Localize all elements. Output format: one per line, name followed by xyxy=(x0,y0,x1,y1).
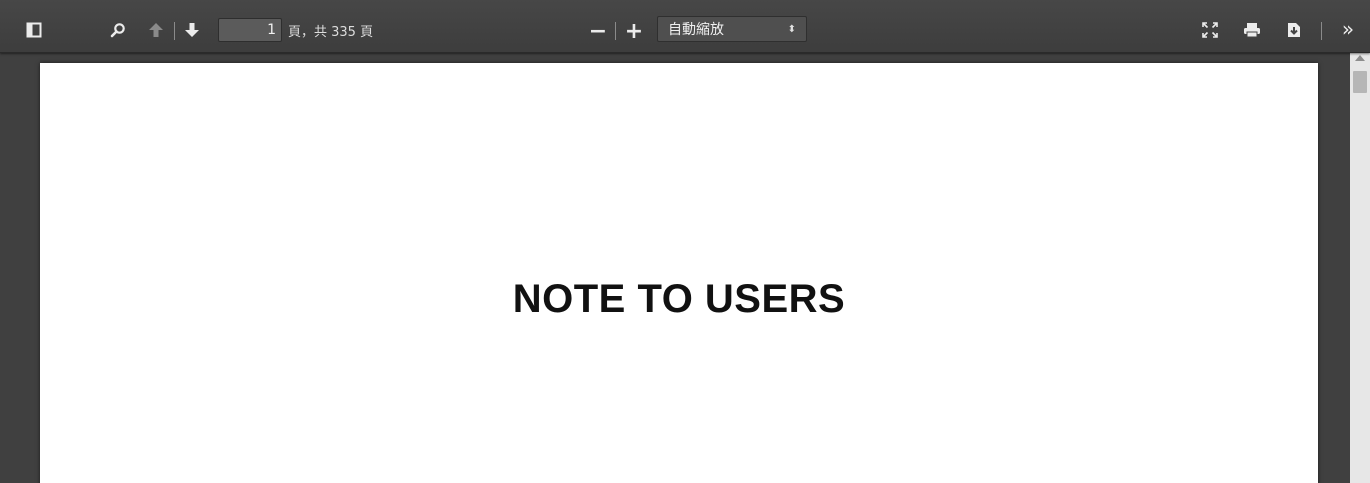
find-button[interactable] xyxy=(104,16,132,44)
toolbar-separator xyxy=(174,22,175,40)
print-button[interactable] xyxy=(1238,16,1266,44)
presentation-mode-button[interactable] xyxy=(1196,16,1224,44)
scrollbar-thumb[interactable] xyxy=(1353,71,1367,93)
zoom-in-button[interactable]: + xyxy=(620,17,648,45)
zoom-select-value: 自動縮放 xyxy=(668,22,724,38)
zoom-select[interactable]: 自動縮放 ⬍ xyxy=(657,16,807,42)
next-page-icon xyxy=(185,23,199,37)
page-number-input[interactable] xyxy=(218,18,282,42)
page-count-label: 頁，共 335 頁 xyxy=(288,25,374,40)
next-page-button[interactable] xyxy=(178,16,206,44)
zoom-out-button[interactable]: − xyxy=(584,17,612,45)
previous-page-icon xyxy=(149,23,163,37)
previous-page-button[interactable] xyxy=(142,16,170,44)
scroll-up-arrow-icon[interactable] xyxy=(1355,55,1365,61)
sidebar-toggle-button[interactable] xyxy=(20,16,48,44)
viewer-container: NOTE TO USERS xyxy=(0,53,1370,483)
pdf-page: NOTE TO USERS xyxy=(40,63,1318,483)
presentation-mode-icon xyxy=(1202,22,1218,38)
chevron-updown-icon: ⬍ xyxy=(787,23,796,35)
page-heading: NOTE TO USERS xyxy=(512,277,846,321)
vertical-scrollbar[interactable] xyxy=(1350,53,1370,483)
print-icon xyxy=(1244,23,1260,38)
zoom-in-icon: + xyxy=(624,18,644,44)
search-icon xyxy=(110,23,125,38)
toolbar: 頁，共 335 頁 − + 自動縮放 ⬍ xyxy=(0,0,1370,53)
toolbar-separator xyxy=(1321,22,1322,40)
toolbar-separator xyxy=(615,22,616,40)
sidebar-toggle-icon xyxy=(26,22,42,38)
download-button[interactable] xyxy=(1280,16,1308,44)
download-icon xyxy=(1288,23,1300,37)
tools-icon: » xyxy=(1341,17,1355,41)
zoom-out-icon: − xyxy=(588,18,608,44)
pdf-viewer: 頁，共 335 頁 − + 自動縮放 ⬍ xyxy=(0,0,1370,483)
tools-button[interactable]: » xyxy=(1334,15,1362,43)
